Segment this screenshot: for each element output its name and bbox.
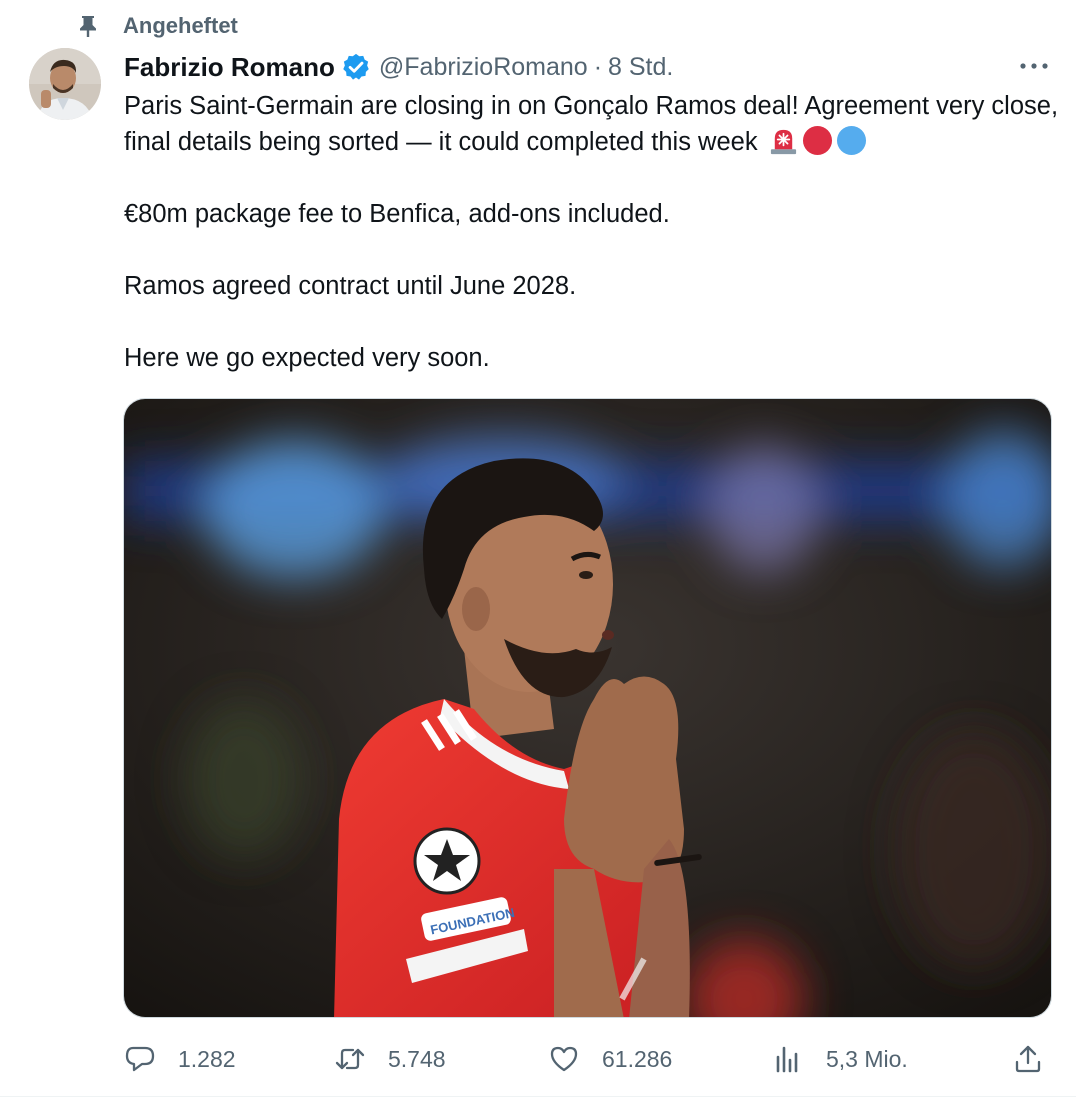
author-name[interactable]: Fabrizio Romano <box>124 52 335 83</box>
author-handle[interactable]: @FabrizioRomano <box>379 53 588 82</box>
tweet-photo[interactable]: FOUNDATION <box>123 398 1052 1018</box>
reply-count: 1.282 <box>178 1045 236 1072</box>
rotating-light-emoji-icon <box>768 125 799 156</box>
views-chart-icon <box>776 1046 798 1073</box>
views-button[interactable]: 5,3 Mio. <box>772 1036 908 1082</box>
tweet-actions-bar: 1.282 5.748 61.286 5,3 Mio. <box>0 1036 1076 1082</box>
red-circle-emoji-icon <box>802 125 833 156</box>
repost-button[interactable]: 5.748 <box>334 1036 446 1082</box>
like-button[interactable]: 61.286 <box>548 1036 672 1082</box>
tweet-timestamp[interactable]: 8 Std. <box>608 53 673 82</box>
like-count: 61.286 <box>602 1045 673 1072</box>
pinned-indicator: Angeheftet <box>77 12 238 40</box>
share-icon <box>1015 1045 1041 1073</box>
avatar[interactable] <box>29 48 101 120</box>
tweet-paragraph: Paris Saint-Germain are closing in on Go… <box>124 92 1059 156</box>
tweet-paragraph: €80m package fee to Benfica, add-ons inc… <box>124 200 670 228</box>
divider <box>0 1096 1076 1097</box>
tweet-text: Paris Saint-Germain are closing in on Go… <box>124 88 1059 376</box>
tweet-paragraph: Ramos agreed contract until June 2028. <box>124 272 577 300</box>
header-separator: · <box>593 52 603 81</box>
pinned-label: Angeheftet <box>123 13 238 38</box>
views-count: 5,3 Mio. <box>826 1045 908 1072</box>
reply-button[interactable]: 1.282 <box>124 1036 236 1082</box>
verified-badge-icon[interactable] <box>341 52 371 82</box>
more-options-icon[interactable] <box>1018 56 1050 76</box>
blue-circle-emoji-icon <box>836 125 867 156</box>
pin-icon <box>77 14 99 38</box>
repost-icon <box>335 1048 365 1070</box>
share-button[interactable] <box>1012 1036 1044 1082</box>
heart-icon <box>550 1046 578 1072</box>
tweet-paragraph: Here we go expected very soon. <box>124 344 490 372</box>
repost-count: 5.748 <box>388 1045 446 1072</box>
reply-icon <box>125 1046 155 1072</box>
tweet-header: Fabrizio Romano @FabrizioRomano · 8 Std. <box>124 50 673 84</box>
